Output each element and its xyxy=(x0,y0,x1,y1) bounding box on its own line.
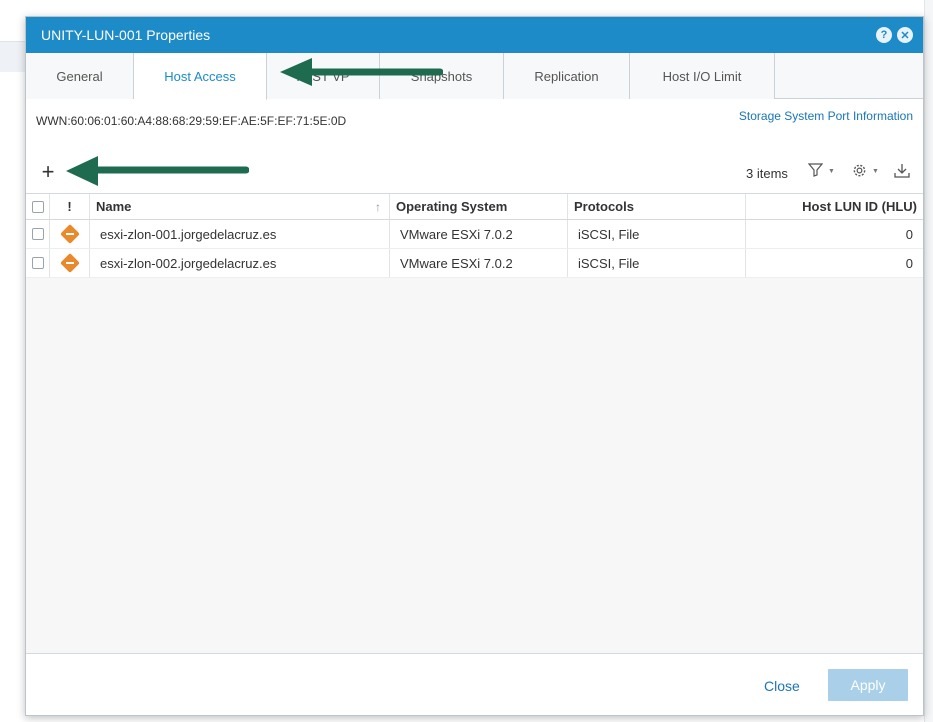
host-os: VMware ESXi 7.0.2 xyxy=(390,249,568,277)
tab-host-io-limit[interactable]: Host I/O Limit xyxy=(630,53,775,99)
tab-host-access[interactable]: Host Access xyxy=(134,53,267,100)
host-os: VMware ESXi 7.0.2 xyxy=(390,220,568,248)
items-count: 3 items xyxy=(746,166,788,181)
annotation-arrow-icon xyxy=(280,58,443,86)
close-button[interactable]: Close xyxy=(764,678,800,694)
gear-caret-icon[interactable]: ▼ xyxy=(872,168,879,175)
annotation-arrow-icon xyxy=(66,156,249,186)
column-header-name[interactable]: Name ↑ xyxy=(90,194,390,219)
column-header-name-label: Name xyxy=(96,199,132,214)
dialog-title: UNITY-LUN-001 Properties xyxy=(41,27,211,43)
help-icon[interactable]: ? xyxy=(876,27,892,43)
select-all-checkbox[interactable] xyxy=(26,194,50,219)
column-header-protocols[interactable]: Protocols xyxy=(568,194,746,219)
host-protocols: iSCSI, File xyxy=(568,249,746,277)
gear-icon[interactable] xyxy=(852,163,867,181)
row-checkbox[interactable] xyxy=(26,249,50,277)
apply-button[interactable]: Apply xyxy=(828,669,908,701)
properties-dialog: UNITY-LUN-001 Properties ? ✕ General Hos… xyxy=(25,16,924,716)
host-hlu: 0 xyxy=(905,226,913,242)
table-row[interactable]: esxi-zlon-001.jorgedelacruz.es VMware ES… xyxy=(26,220,923,249)
filter-caret-icon[interactable]: ▼ xyxy=(828,168,835,175)
table-row[interactable]: esxi-zlon-002.jorgedelacruz.es VMware ES… xyxy=(26,249,923,278)
host-protocols: iSCSI, File xyxy=(568,220,746,248)
tab-general[interactable]: General xyxy=(26,53,134,99)
background-scroll-area xyxy=(924,0,933,722)
filter-icon[interactable] xyxy=(807,163,824,180)
column-header-hlu[interactable]: Host LUN ID (HLU) xyxy=(746,194,923,219)
wwn-label: WWN:60:06:01:60:A4:88:68:29:59:EF:AE:5F:… xyxy=(36,114,347,128)
add-host-button[interactable]: + xyxy=(38,160,58,184)
column-header-os[interactable]: Operating System xyxy=(390,194,568,219)
host-hlu: 0 xyxy=(905,255,913,271)
warning-icon xyxy=(50,220,90,248)
warning-icon xyxy=(50,249,90,277)
host-name: esxi-zlon-001.jorgedelacruz.es xyxy=(90,220,390,248)
row-checkbox[interactable] xyxy=(26,220,50,248)
close-icon[interactable]: ✕ xyxy=(897,27,913,43)
storage-port-info-link[interactable]: Storage System Port Information xyxy=(739,109,913,123)
dialog-footer: Close Apply xyxy=(26,653,923,715)
background-app-header xyxy=(0,0,933,14)
background-nav-item xyxy=(0,42,26,72)
sort-ascending-icon: ↑ xyxy=(375,199,381,214)
dialog-titlebar: UNITY-LUN-001 Properties ? ✕ xyxy=(26,17,923,53)
column-header-warning[interactable]: ! xyxy=(50,194,90,219)
table-header: ! Name ↑ Operating System Protocols Host… xyxy=(26,194,923,220)
tab-bar: General Host Access FAST VP Snapshots Re… xyxy=(26,53,923,100)
host-access-table: ! Name ↑ Operating System Protocols Host… xyxy=(26,193,923,653)
tab-replication[interactable]: Replication xyxy=(504,53,630,99)
host-name: esxi-zlon-002.jorgedelacruz.es xyxy=(90,249,390,277)
download-icon[interactable] xyxy=(894,163,910,181)
